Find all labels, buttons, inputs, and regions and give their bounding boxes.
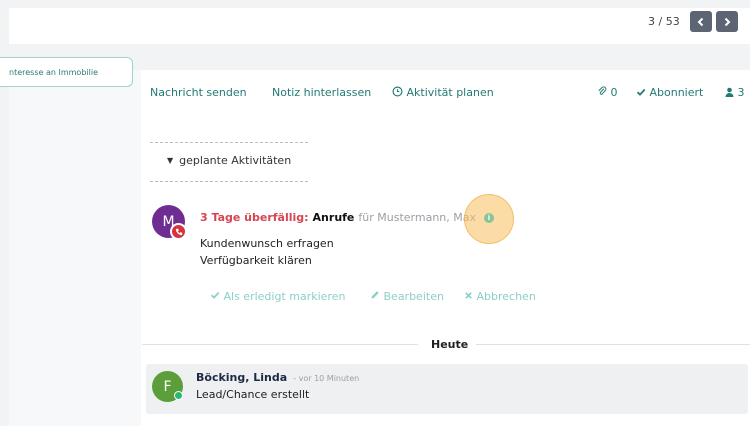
planned-activities-label: geplante Aktivitäten	[179, 154, 292, 167]
follow-button[interactable]: Abonniert	[636, 84, 703, 102]
edit-activity-button[interactable]: Bearbeiten	[370, 289, 444, 305]
form-sheet-area	[9, 70, 141, 426]
mark-done-button[interactable]: Als erledigt markieren	[210, 289, 345, 305]
planned-activities-toggle[interactable]: ▼ geplante Aktivitäten	[167, 153, 291, 169]
author-name[interactable]: Böcking, Linda	[196, 371, 287, 384]
follow-state-label: Abonniert	[649, 86, 704, 99]
close-icon	[465, 292, 472, 299]
divider	[476, 344, 750, 345]
followers-button[interactable]: 3	[725, 84, 745, 102]
pager-previous-button[interactable]	[690, 11, 712, 32]
message-time: - vor 10 Minuten	[293, 374, 360, 383]
edit-activity-label: Bearbeiten	[383, 290, 444, 303]
message-body: Lead/Chance erstellt	[196, 388, 310, 401]
divider	[142, 344, 418, 345]
divider	[150, 142, 308, 143]
message-author: Böcking, Linda - vor 10 Minuten	[196, 371, 359, 386]
phone-icon	[170, 223, 187, 240]
info-icon[interactable]: i	[484, 213, 494, 223]
date-separator: Heute	[425, 337, 475, 353]
clock-icon	[392, 86, 403, 97]
stage-button[interactable]: nteresse an Immobilie	[0, 57, 133, 87]
activity-note-line: Verfügbarkeit klären	[200, 254, 312, 267]
activity-type: Anrufe	[312, 211, 355, 224]
cancel-activity-label: Abbrechen	[476, 290, 536, 303]
attachments-button[interactable]: 0	[597, 84, 618, 102]
log-note-button[interactable]: Notiz hinterlassen	[272, 84, 371, 102]
check-icon	[636, 88, 646, 96]
activity-assignee: für Mustermann, Max	[358, 211, 477, 224]
send-message-button[interactable]: Nachricht senden	[150, 84, 247, 102]
followers-count: 3	[737, 86, 745, 99]
attachments-count: 0	[610, 86, 618, 99]
schedule-activity-button[interactable]: Aktivität planen	[392, 84, 494, 102]
pager-next-button[interactable]	[716, 11, 738, 32]
cancel-activity-button[interactable]: Abbrechen	[464, 289, 536, 305]
activity-note-line: Kundenwunsch erfragen	[200, 237, 334, 250]
chevron-right-icon	[724, 17, 731, 26]
avatar-letter: F	[163, 378, 172, 395]
activity-summary: 3 Tage überfällig: Anrufe für Mustermann, …	[200, 210, 476, 226]
caret-down-icon: ▼	[167, 156, 174, 165]
mark-done-label: Als erledigt markieren	[223, 290, 346, 303]
pager-value: 3 / 53	[648, 15, 680, 28]
user-icon	[725, 87, 734, 97]
overdue-label: 3 Tage überfällig:	[200, 211, 309, 224]
chevron-left-icon	[697, 17, 704, 26]
paperclip-icon	[598, 86, 607, 95]
online-status-icon	[174, 391, 183, 400]
pencil-icon	[371, 291, 379, 299]
divider	[150, 181, 308, 182]
check-icon	[210, 291, 220, 299]
control-panel	[9, 8, 750, 44]
schedule-activity-label: Aktivität planen	[406, 86, 494, 99]
